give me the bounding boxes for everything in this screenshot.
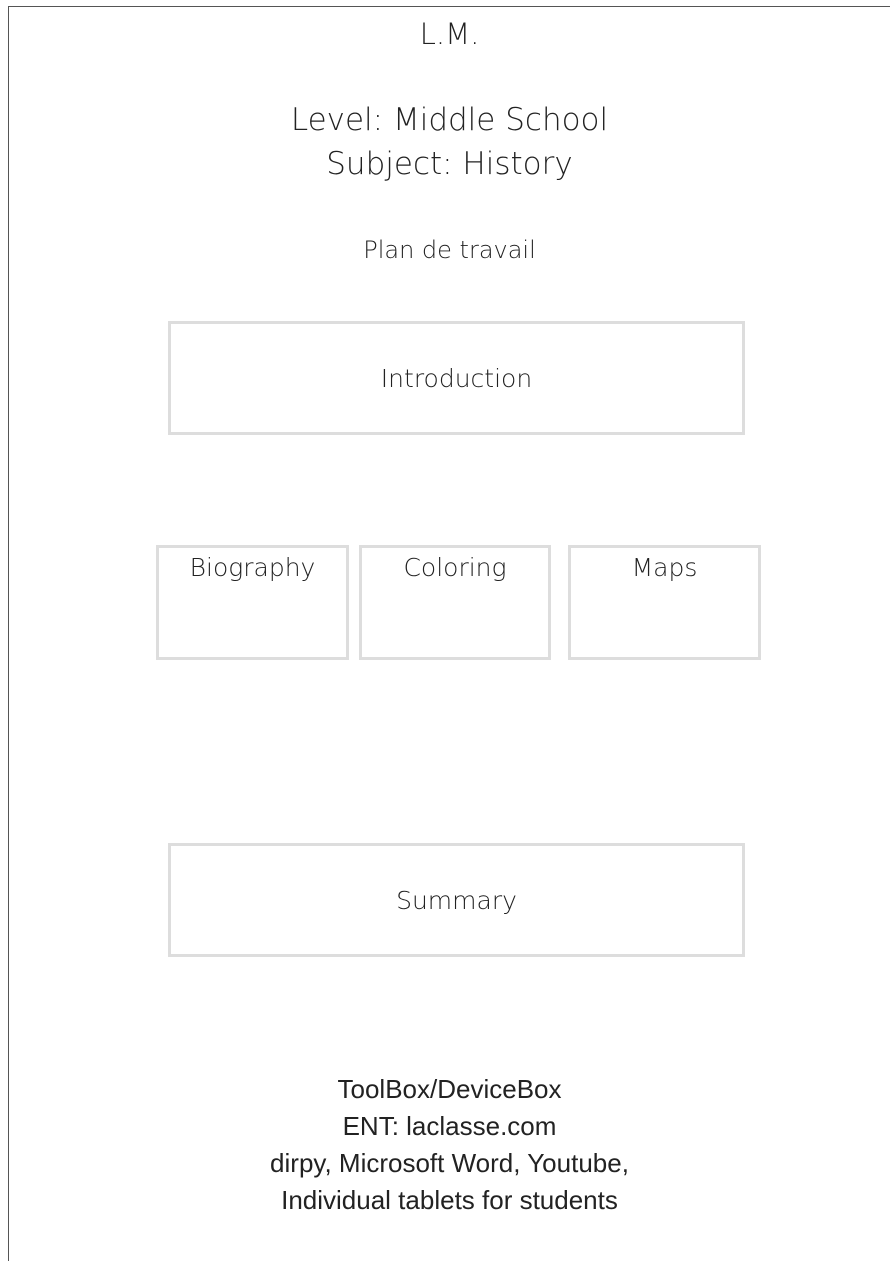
maps-label: Maps — [631, 553, 698, 582]
subject-heading: Subject: History — [326, 146, 573, 182]
coloring-box[interactable]: Coloring — [359, 545, 551, 660]
biography-box[interactable]: Biography — [156, 545, 349, 660]
coloring-label: Coloring — [403, 553, 507, 582]
toolbox-title: ToolBox/DeviceBox — [337, 1074, 562, 1104]
toolbox-ent: ENT: laclasse.com — [342, 1111, 557, 1141]
plan-title: Plan de travail — [363, 236, 536, 264]
toolbox-section: ToolBox/DeviceBox ENT: laclasse.com dirp… — [9, 1071, 890, 1219]
summary-label: Summary — [396, 885, 517, 915]
toolbox-devices: Individual tablets for students — [281, 1185, 618, 1215]
biography-label: Biography — [189, 553, 316, 582]
page-frame-top — [8, 6, 890, 7]
summary-box[interactable]: Summary — [168, 843, 745, 957]
introduction-box[interactable]: Introduction — [168, 321, 745, 435]
introduction-label: Introduction — [380, 363, 533, 393]
toolbox-software: dirpy, Microsoft Word, Youtube, — [270, 1148, 629, 1178]
level-heading: Level: Middle School — [290, 102, 609, 138]
author-initials: L.M. — [419, 17, 480, 51]
maps-box[interactable]: Maps — [568, 545, 761, 660]
